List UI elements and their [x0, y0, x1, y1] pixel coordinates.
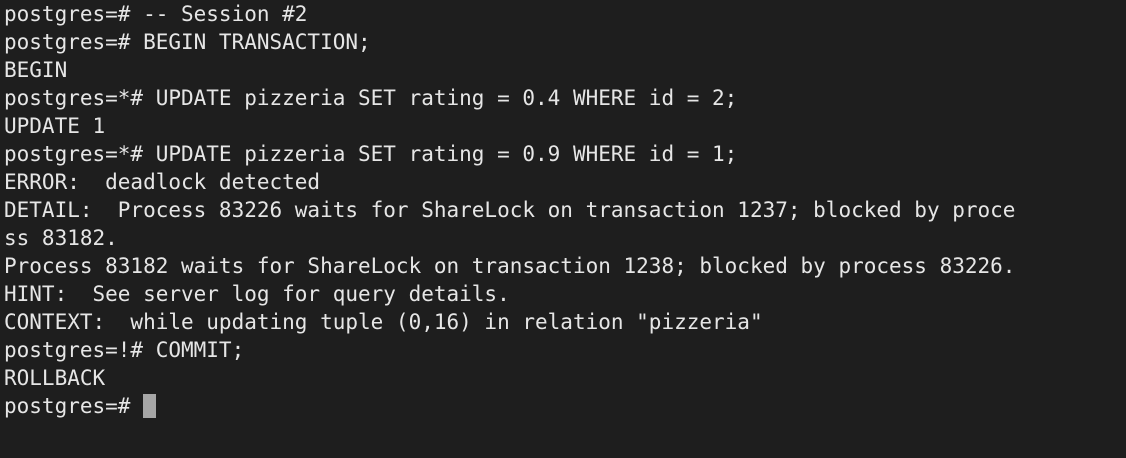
output-line: ss 83182.: [4, 226, 118, 250]
terminal-output: postgres=# -- Session #2 postgres=# BEGI…: [4, 0, 1126, 420]
output-line: BEGIN: [4, 58, 68, 82]
current-prompt-line[interactable]: postgres=#: [4, 392, 1126, 420]
output-line: postgres=*# UPDATE pizzeria SET rating =…: [4, 84, 1126, 112]
prompt-text: postgres=#: [4, 394, 144, 418]
output-line: HINT: See server log for query details.: [4, 282, 510, 306]
text-cursor: [143, 394, 157, 418]
output-line: postgres=*# UPDATE pizzeria SET rating =…: [4, 140, 1126, 168]
output-line: postgres=# BEGIN TRANSACTION;: [4, 28, 1126, 56]
output-line: DETAIL: Process 83226 waits for ShareLoc…: [4, 198, 1016, 222]
output-line: UPDATE 1: [4, 114, 106, 138]
output-line: Process 83182 waits for ShareLock on tra…: [4, 254, 1016, 278]
output-line: postgres=!# COMMIT;: [4, 336, 1126, 364]
output-line: ROLLBACK: [4, 366, 106, 390]
terminal-window[interactable]: postgres=# -- Session #2 postgres=# BEGI…: [0, 0, 1126, 458]
output-line: CONTEXT: while updating tuple (0,16) in …: [4, 310, 763, 334]
output-line: postgres=# -- Session #2: [4, 2, 308, 26]
output-line: ERROR: deadlock detected: [4, 170, 321, 194]
